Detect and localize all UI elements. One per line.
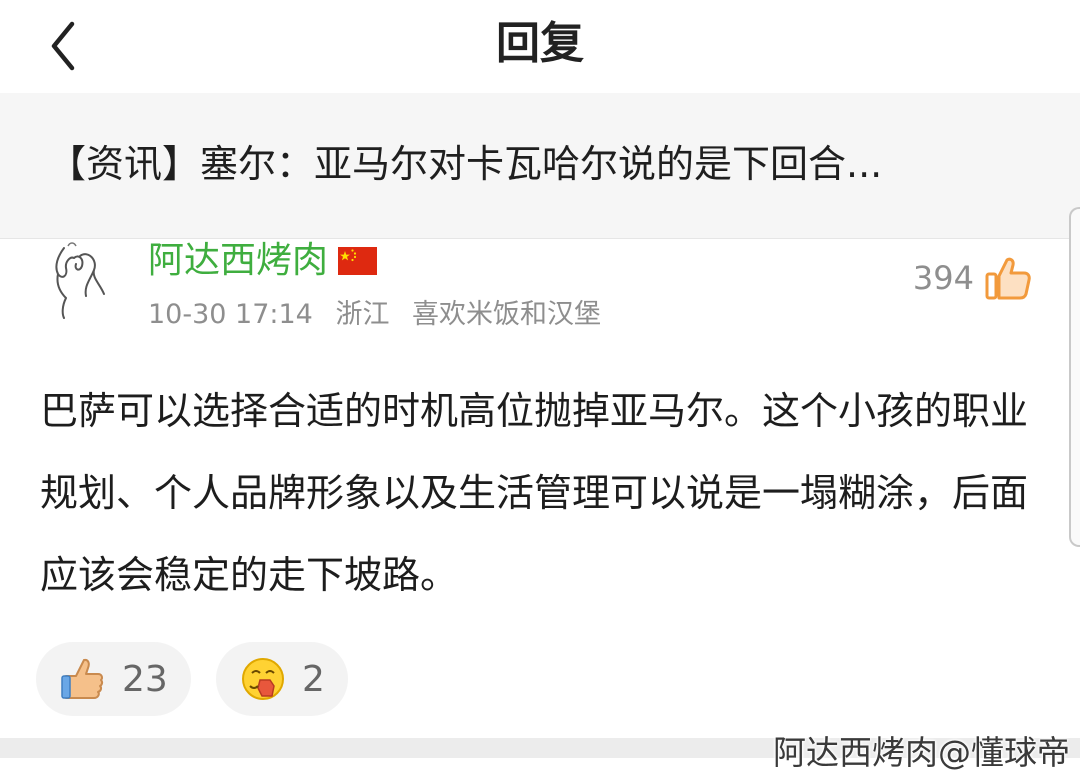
- reaction-facepalm[interactable]: 2: [216, 642, 348, 716]
- username-row: 阿达西烤肉: [148, 238, 378, 284]
- watermark: 阿达西烤肉@懂球帝: [773, 733, 1070, 772]
- comment-location: 浙江: [335, 299, 390, 330]
- thumbs-up-icon: [985, 257, 1031, 300]
- username[interactable]: 阿达西烤肉: [148, 238, 328, 284]
- reaction-count: 23: [122, 658, 168, 700]
- comment-text: 巴萨可以选择合适的时机高位抛掉亚马尔。这个小孩的职业规划、个人品牌形象以及生活管…: [40, 389, 1029, 597]
- reaction-count: 2: [302, 658, 325, 700]
- scrollbar[interactable]: [1069, 207, 1080, 547]
- china-flag-icon: [338, 247, 378, 275]
- reaction-thumbs-up[interactable]: 23: [36, 642, 191, 716]
- facepalm-emoji-icon: [242, 658, 284, 700]
- article-link[interactable]: 【资讯】塞尔：亚马尔对卡瓦哈尔说的是下回合...: [0, 93, 1080, 238]
- like-count: 394: [912, 259, 974, 297]
- avatar[interactable]: [44, 236, 116, 320]
- top-bar: 回复: [0, 0, 1080, 93]
- comment-meta: 10-30 17:14 浙江 喜欢米饭和汉堡: [148, 296, 615, 334]
- comment-date: 10-30 17:14: [148, 299, 313, 330]
- article-title: 【资讯】塞尔：亚马尔对卡瓦哈尔说的是下回合...: [48, 142, 883, 186]
- like-button[interactable]: 394: [913, 250, 1032, 306]
- page-title: 回复: [496, 18, 584, 69]
- thumbs-up-emoji-icon: [61, 658, 104, 699]
- user-signature: 喜欢米饭和汉堡: [412, 299, 602, 330]
